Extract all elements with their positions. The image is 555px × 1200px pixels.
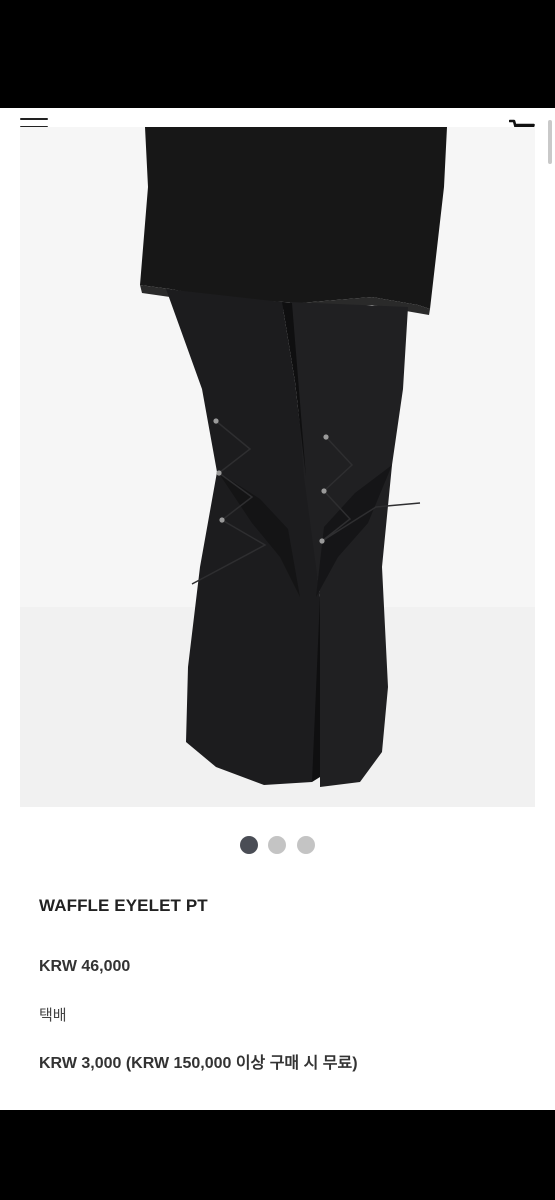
scrollbar[interactable] xyxy=(548,120,552,164)
carousel-dot[interactable] xyxy=(297,836,315,854)
shipping-method: 택배 xyxy=(39,1007,67,1024)
product-title: WAFFLE EYELET PT xyxy=(39,896,208,915)
status-bar-area xyxy=(0,0,555,108)
carousel-indicators xyxy=(0,836,555,856)
product-page[interactable]: WAFFLE EYELET PT KRW 46,000 택배 KRW 3,000… xyxy=(0,108,555,1110)
carousel-dot[interactable] xyxy=(240,836,258,854)
shipping-fee: KRW 3,000 (KRW 150,000 이상 구매 시 무료) xyxy=(39,1055,358,1072)
carousel-dot[interactable] xyxy=(268,836,286,854)
hamburger-menu-icon xyxy=(20,118,48,121)
product-price: KRW 46,000 xyxy=(39,958,131,975)
home-indicator-area xyxy=(0,1110,555,1200)
product-image[interactable] xyxy=(20,127,535,807)
